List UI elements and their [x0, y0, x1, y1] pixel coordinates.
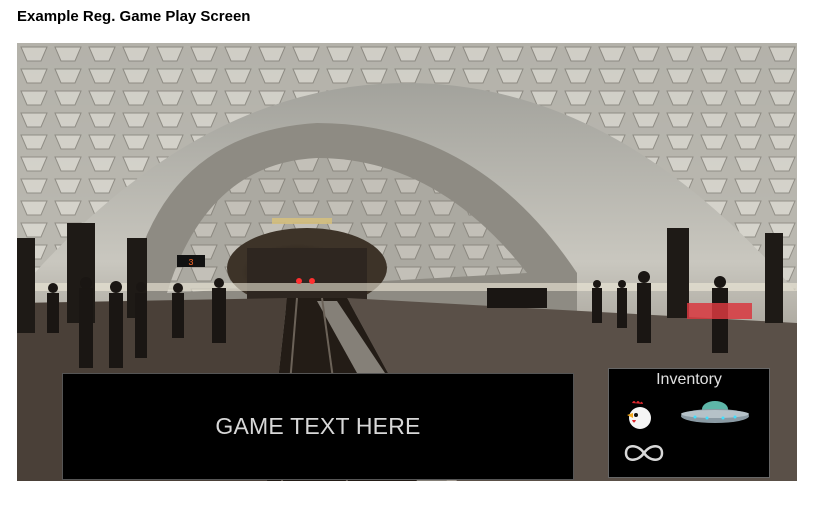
inventory-item-infinity[interactable] — [623, 441, 665, 470]
inventory-item-ufo[interactable] — [679, 399, 751, 432]
infinity-icon — [624, 445, 664, 461]
game-text: GAME TEXT HERE — [215, 413, 421, 439]
inventory-panel: Inventory — [608, 368, 770, 478]
ufo-icon — [681, 401, 749, 423]
page-heading: Example Reg. Game Play Screen — [17, 8, 251, 25]
station-sign-text: 3 — [188, 258, 193, 268]
chicken-icon — [627, 401, 651, 429]
game-text-box: GAME TEXT HERE — [62, 373, 574, 480]
inventory-title: Inventory — [656, 371, 722, 388]
inventory-item-chicken[interactable] — [623, 399, 657, 436]
